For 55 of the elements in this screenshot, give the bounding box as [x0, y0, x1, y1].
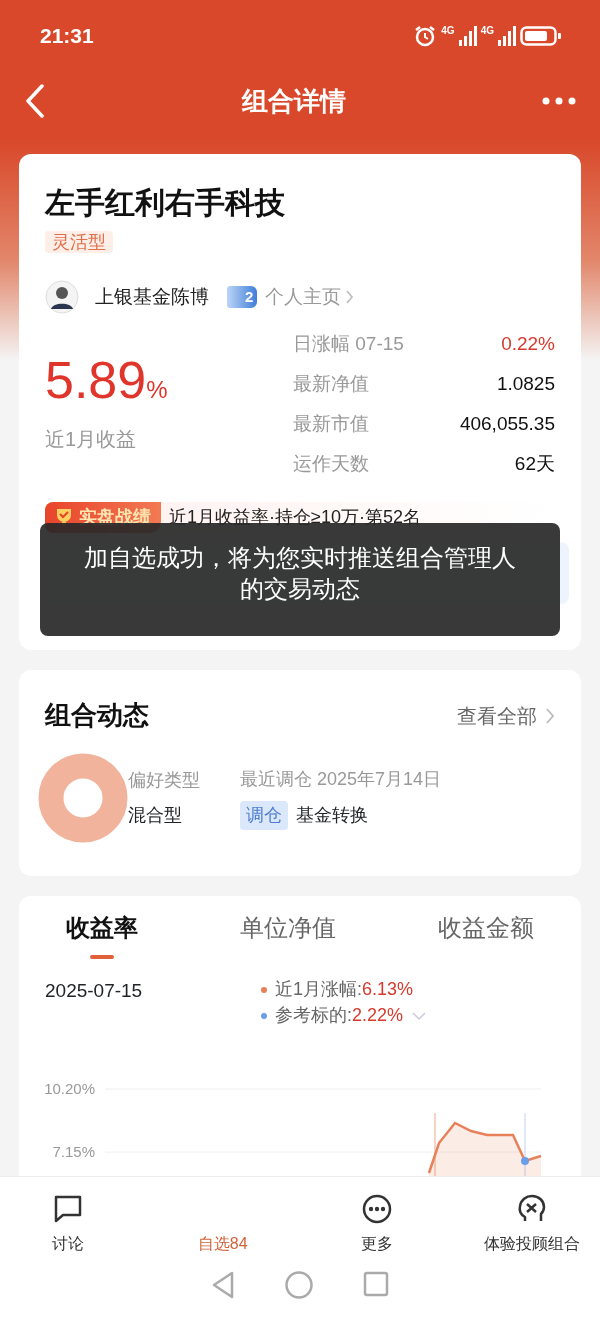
latest-adjust-date: 最近调仓 2025年7月14日: [240, 768, 442, 791]
network-label: 4G: [441, 26, 455, 36]
portfolio-name: 左手红利右手科技: [45, 185, 286, 221]
chevron-right-icon: [345, 289, 355, 305]
toast-message: 加自选成功，将为您实时推送组合管理人的交易动态: [40, 523, 560, 636]
view-all-link[interactable]: 查看全部: [457, 700, 555, 731]
nav-item[interactable]: 讨论: [8, 1193, 128, 1257]
home-nav-icon[interactable]: [284, 1270, 314, 1300]
back-nav-icon[interactable]: [210, 1270, 236, 1300]
stat-label: 最新市值: [293, 411, 369, 436]
more-icon: [362, 1194, 393, 1224]
stat-label: 最新净值: [293, 371, 369, 396]
preference-value: 混合型: [128, 804, 183, 827]
type-tag: 灵活型: [45, 231, 113, 253]
axis-tick-label: 10.20%: [44, 1079, 95, 1097]
level-badge: 2: [227, 286, 258, 308]
return-label: 近1月收益: [45, 427, 138, 452]
more-icon[interactable]: [542, 97, 576, 105]
back-icon[interactable]: [24, 84, 46, 118]
recents-nav-icon[interactable]: [362, 1270, 390, 1298]
stat-value: 406,055.35: [459, 411, 555, 436]
signal-icon: [458, 26, 477, 46]
return-unit: %: [146, 375, 168, 405]
stat-value: 1.0825: [496, 371, 555, 396]
nav-item[interactable]: 体验投顾组合: [471, 1193, 592, 1257]
manager-name: 上银基金陈博: [95, 284, 209, 309]
page-title: 组合详情: [242, 84, 346, 118]
stat-label: 运作天数: [293, 451, 369, 476]
chevron-right-icon: [545, 706, 555, 725]
adjust-type: 基金转换: [296, 804, 368, 827]
legend-text: 近1月涨幅:6.13%: [275, 978, 414, 1002]
donut-icon: [38, 753, 128, 843]
legend-text: 参考标的:2.22%: [275, 1004, 404, 1028]
tab[interactable]: 单位净值: [240, 914, 336, 959]
nav-item[interactable]: 更多: [317, 1193, 438, 1257]
adjust-tag: 调仓: [240, 801, 288, 830]
battery-icon: [520, 25, 562, 47]
network-label: 4G: [480, 26, 494, 36]
axis-tick-label: 7.15%: [52, 1142, 95, 1160]
date-label: 2025-07-15: [45, 978, 143, 1003]
return-value: 5.89: [45, 354, 147, 406]
nav-item[interactable]: 自选84: [162, 1193, 283, 1257]
chevron-down-icon[interactable]: [411, 1010, 428, 1021]
avatar: [45, 280, 79, 314]
chat-icon: [53, 1194, 83, 1224]
preference-label: 偏好类型: [128, 769, 200, 792]
stat-value: 0.22%: [501, 331, 555, 356]
signal-icon: [498, 26, 516, 46]
head-icon: [516, 1194, 547, 1224]
stat-value: 62天: [514, 451, 555, 476]
clock-time: 21:31: [40, 23, 94, 50]
stat-label: 日涨幅 07-15: [293, 331, 404, 356]
section-title: 组合动态: [45, 699, 149, 732]
tab[interactable]: 收益金额: [438, 914, 534, 959]
tab[interactable]: 收益率: [66, 914, 138, 959]
